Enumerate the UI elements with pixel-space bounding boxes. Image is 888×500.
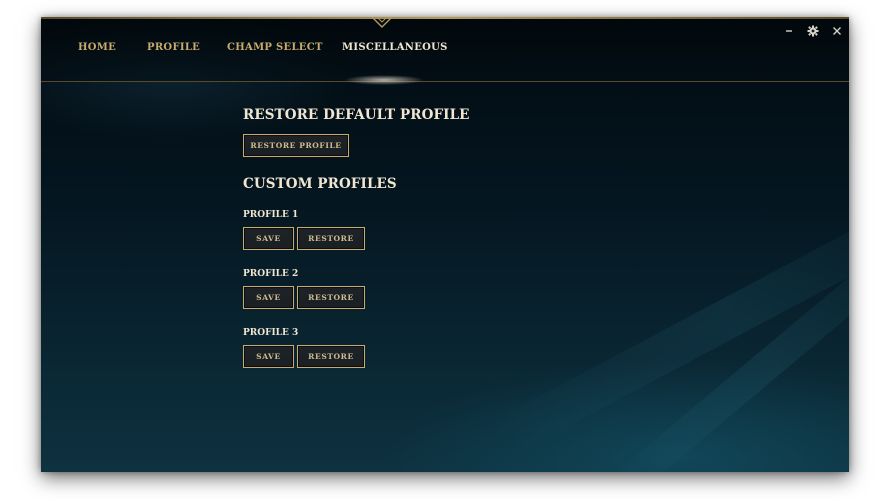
settings-button[interactable]: [805, 23, 821, 39]
profile-1-restore-button[interactable]: RESTORE: [297, 227, 365, 250]
profile-2-restore-button[interactable]: RESTORE: [297, 286, 365, 309]
top-border: [41, 17, 849, 19]
profile-3-save-button[interactable]: SAVE: [243, 345, 294, 368]
tab-profile[interactable]: PROFILE: [147, 42, 200, 53]
profile-3-label: PROFILE 3: [243, 328, 299, 338]
top-navigation: HOME PROFILE CHAMP SELECT MISCELLANEOUS: [41, 17, 849, 85]
close-icon: [833, 27, 841, 35]
chevron-down-icon: [371, 17, 393, 28]
profile-1-label: PROFILE 1: [243, 210, 299, 220]
close-button[interactable]: [829, 23, 845, 39]
gear-icon: [807, 25, 819, 37]
restore-default-heading: RESTORE DEFAULT PROFILE: [243, 107, 470, 123]
app-window: HOME PROFILE CHAMP SELECT MISCELLANEOUS: [41, 17, 849, 472]
profile-2-save-button[interactable]: SAVE: [243, 286, 294, 309]
tab-miscellaneous[interactable]: MISCELLANEOUS: [342, 42, 448, 53]
tab-champ-select[interactable]: CHAMP SELECT: [227, 42, 323, 53]
custom-profiles-heading: CUSTOM PROFILES: [243, 176, 397, 192]
profile-3-restore-button[interactable]: RESTORE: [297, 345, 365, 368]
minimize-icon: [786, 30, 792, 32]
profile-1-save-button[interactable]: SAVE: [243, 227, 294, 250]
active-tab-indicator: [344, 75, 424, 85]
profile-2-label: PROFILE 2: [243, 269, 299, 279]
restore-profile-button[interactable]: RESTORE PROFILE: [243, 134, 349, 157]
tab-home[interactable]: HOME: [78, 42, 116, 53]
minimize-button[interactable]: [781, 23, 797, 39]
